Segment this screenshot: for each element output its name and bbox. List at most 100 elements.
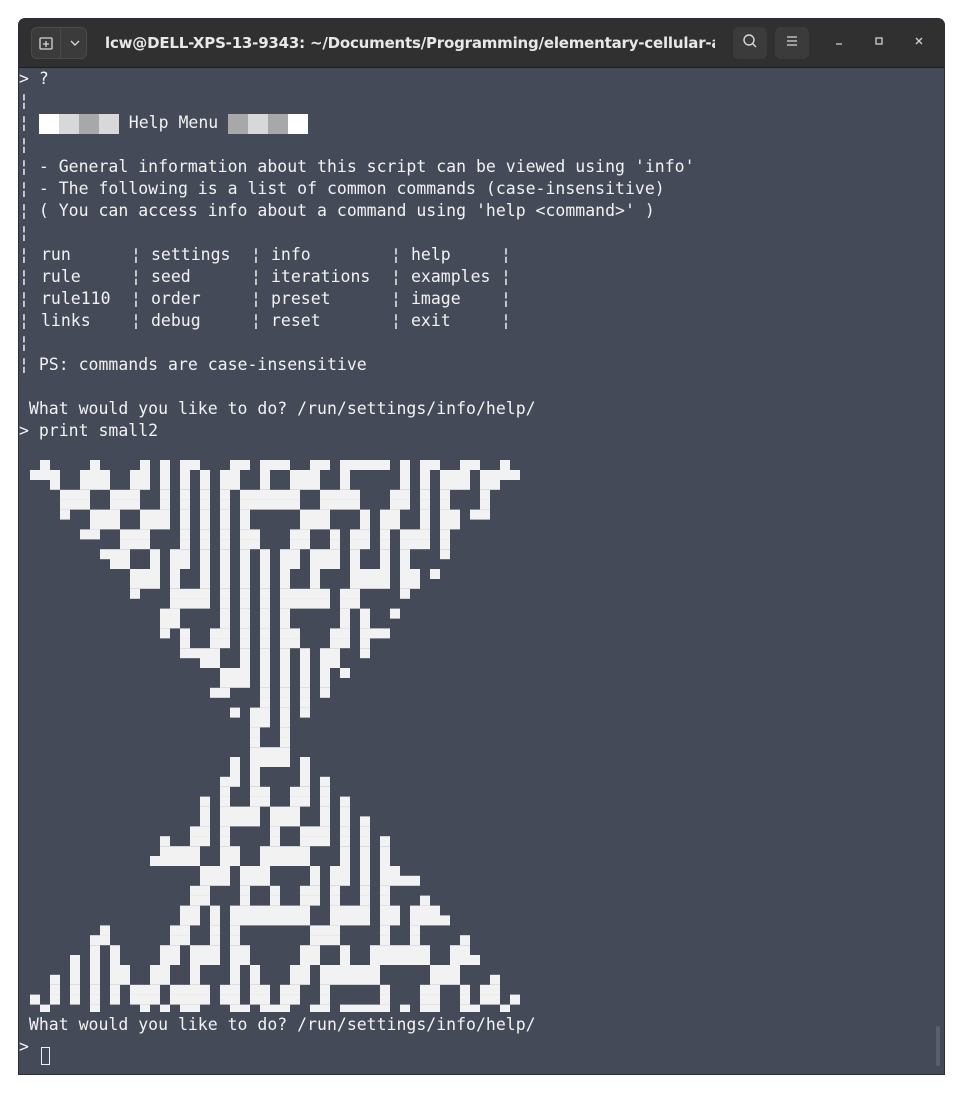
column-separator: ¦	[131, 267, 141, 286]
ca-cell	[460, 955, 470, 965]
close-button[interactable]	[907, 31, 931, 55]
ca-cell	[230, 806, 240, 817]
ca-cell	[330, 638, 340, 649]
ca-cell	[270, 499, 280, 510]
ca-cell	[370, 578, 380, 589]
ca-cell	[140, 569, 150, 579]
ca-cell	[220, 539, 230, 550]
ca-cell	[260, 856, 270, 866]
ca-cell	[350, 549, 360, 560]
ca-cell	[220, 489, 230, 500]
ca-cell	[220, 569, 230, 579]
ca-cell	[110, 984, 120, 995]
ca-cell	[220, 776, 230, 787]
ca-cell	[70, 955, 80, 965]
ca-cell	[330, 539, 340, 550]
ca-cell	[280, 747, 290, 758]
ca-cell	[110, 974, 120, 985]
ca-cell	[400, 529, 410, 540]
minimize-button[interactable]	[827, 31, 851, 55]
ca-cell	[130, 578, 140, 589]
ca-cell	[140, 994, 150, 1005]
ca-cell	[310, 549, 320, 560]
ca-cell	[240, 549, 250, 560]
ca-cell	[320, 816, 330, 827]
ca-cell	[230, 955, 240, 965]
ca-cell	[420, 905, 430, 916]
ca-cell	[310, 588, 320, 599]
close-icon	[913, 35, 925, 51]
ca-cell	[320, 559, 330, 569]
ca-cell	[230, 460, 240, 470]
ca-cell	[60, 509, 70, 520]
ca-cell	[240, 588, 250, 599]
ca-cell	[260, 479, 270, 490]
ca-cell	[250, 905, 260, 916]
ca-cell	[220, 786, 230, 797]
ca-cell	[360, 648, 370, 659]
ca-cell	[240, 677, 250, 688]
commands-table-row: ¦ ¦ ¦ ¦ ¦ run settings info help	[19, 244, 539, 266]
search-button[interactable]	[733, 27, 767, 59]
ca-cell	[260, 796, 270, 807]
output-line: ¦	[19, 333, 29, 352]
terminal-output[interactable]: > ? ¦ ¦ Help Menu ¦ ¦ - General informat…	[19, 68, 944, 1074]
ca-cell	[480, 470, 490, 480]
ca-cell	[390, 499, 400, 510]
ca-cell	[310, 875, 320, 886]
ca-cell	[260, 707, 270, 718]
ca-cell	[340, 965, 350, 975]
new-tab-button-group[interactable]	[31, 27, 87, 59]
scrollbar[interactable]	[936, 1026, 940, 1066]
ca-cell	[280, 618, 290, 629]
ca-cell	[250, 707, 260, 718]
ca-cell	[260, 638, 270, 649]
ca-cell	[240, 628, 250, 639]
ca-cell	[120, 549, 130, 560]
ca-cell	[250, 875, 260, 886]
menu-button[interactable]	[775, 27, 809, 59]
ca-cell	[180, 529, 190, 540]
ca-cell	[230, 994, 240, 1005]
ca-cell	[280, 569, 290, 579]
ca-cell	[290, 965, 300, 975]
ca-cell	[350, 569, 360, 579]
ca-cell	[450, 470, 460, 480]
minimize-icon	[833, 35, 845, 51]
ca-cell	[260, 984, 270, 995]
ca-cell	[250, 866, 260, 876]
ca-cell	[230, 965, 240, 975]
ca-cell	[230, 905, 240, 916]
ca-cell	[130, 499, 140, 510]
output-line: ¦ - General information about this scrip…	[19, 157, 695, 176]
ca-cell	[330, 628, 340, 639]
ca-cell	[150, 984, 160, 995]
maximize-button[interactable]	[867, 31, 891, 55]
new-tab-icon[interactable]	[32, 28, 60, 58]
ca-cell	[280, 1004, 290, 1012]
decoration-block	[38, 113, 59, 134]
ca-cell	[110, 955, 120, 965]
ca-cell	[170, 598, 180, 609]
decoration-block	[98, 113, 119, 134]
ca-cell	[300, 895, 310, 906]
ca-cell	[280, 687, 290, 698]
ca-cell	[270, 1004, 280, 1012]
ca-cell	[290, 638, 300, 649]
ca-cell	[280, 717, 290, 728]
ca-cell	[440, 965, 450, 975]
ca-cell	[300, 697, 310, 708]
ca-cell	[130, 588, 140, 599]
ca-cell	[250, 915, 260, 926]
ca-cell	[90, 984, 100, 995]
command-name: run	[41, 245, 71, 264]
ca-cell	[240, 945, 250, 956]
ca-cell	[300, 648, 310, 659]
chevron-down-icon[interactable]	[61, 28, 88, 58]
ca-cell	[240, 1004, 250, 1012]
ca-cell	[460, 460, 470, 470]
ca-cell	[430, 974, 440, 985]
ca-cell	[160, 470, 170, 480]
ca-cell	[290, 905, 300, 916]
ca-cell	[330, 559, 340, 569]
